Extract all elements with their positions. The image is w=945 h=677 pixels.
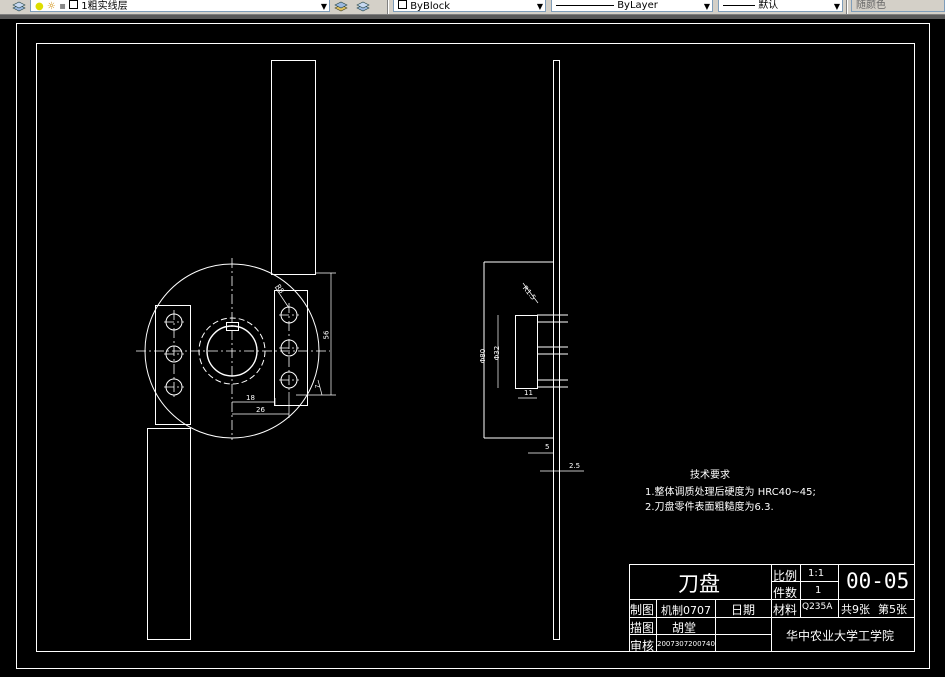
color-swatch-icon [398,0,407,9]
institution-name: 华中农业大学工学院 [786,629,895,643]
checked-value: 2007307200740 [657,640,715,648]
layer-name: 1粗实线层 [81,1,128,12]
linetype-value: ByLayer [617,0,658,11]
title-block-grid [629,564,915,652]
drawn-value: 机制0707 [661,604,711,617]
line-sample-icon [556,4,614,6]
date-label: 日期 [731,603,756,617]
properties-toolbar: ● ☼ ▪ 1粗实线层 ▼ ByBlock ▼ ByLayer ▼ 默认 ▼ 随… [0,0,945,15]
lock-icon: ▪ [59,1,66,12]
chevron-down-icon: ▼ [536,2,543,11]
part-name: 刀盘 [678,572,720,596]
scale-label: 比例 [773,569,798,583]
color-value: ByBlock [410,1,451,12]
color-combo[interactable]: ByBlock ▼ [393,0,546,12]
qty-label: 件数 [773,586,798,600]
sheet-number: 第5张 [878,603,907,616]
lineweight-combo[interactable]: 默认 ▼ [718,0,843,12]
toolbar-separator [846,0,848,14]
linetype-combo[interactable]: ByLayer ▼ [551,0,713,12]
traced-label: 描图 [630,621,655,635]
lineweight-value: 默认 [758,0,779,11]
traced-value: 胡堂 [672,621,697,635]
sun-icon: ☼ [46,1,56,12]
layer-combo[interactable]: ● ☼ ▪ 1粗实线层 ▼ [30,0,330,12]
sheets-total: 共9张 [841,603,870,616]
layer-manager-icon[interactable] [12,0,26,13]
material-value: Q235A [802,602,833,612]
chevron-down-icon: ▼ [703,2,710,11]
line-sample-icon [723,4,755,6]
color-swatch-icon [69,0,79,9]
plotstyle-value: 随颜色 [856,0,886,11]
drawn-label: 制图 [630,603,655,617]
checked-label: 审核 [630,639,655,653]
chevron-down-icon: ▼ [833,2,840,11]
scale-value: 1:1 [808,568,825,579]
lightbulb-icon: ● [35,1,44,12]
chevron-down-icon: ▼ [320,2,327,11]
make-layer-current-icon[interactable] [334,0,348,13]
qty-value: 1 [815,585,822,596]
drawing-number: 00-05 [846,569,910,593]
layer-previous-icon[interactable] [356,0,370,13]
material-label: 材料 [773,603,798,617]
drawing-canvas[interactable]: 18 26 56 7 R8 Φ80 Φ32 R1.5 11 5 2.5 技术要求… [0,19,945,677]
plotstyle-combo[interactable]: 随颜色 [851,0,945,12]
toolbar-separator [387,0,389,14]
